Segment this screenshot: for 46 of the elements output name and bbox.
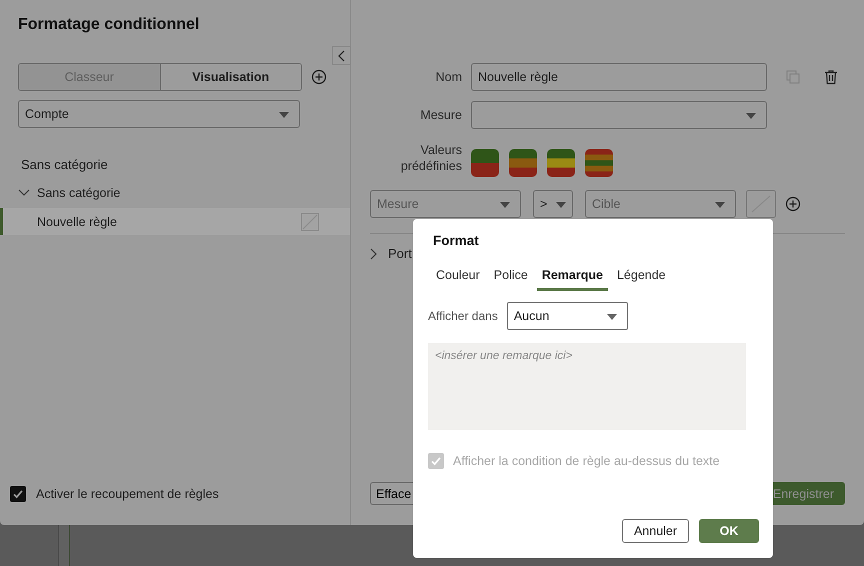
checkbox[interactable] <box>10 486 26 502</box>
cancel-button[interactable]: Annuler <box>622 519 689 543</box>
tab[interactable]: Police <box>488 264 533 291</box>
field-label: Afficher dans <box>428 309 498 323</box>
preset-swatch[interactable] <box>509 149 537 177</box>
add-icon[interactable] <box>311 69 327 85</box>
ok-button[interactable]: OK <box>699 519 759 543</box>
collapse-button[interactable] <box>332 46 351 65</box>
section-header[interactable]: Port <box>388 246 412 261</box>
preset-swatch[interactable] <box>471 149 499 177</box>
operator-dropdown[interactable]: > <box>533 190 573 218</box>
measure-dropdown[interactable]: Compte <box>18 100 300 128</box>
preset-swatch[interactable] <box>547 149 575 177</box>
caret-icon <box>606 314 617 320</box>
measure-dropdown[interactable] <box>471 101 767 129</box>
dialog-title: Formatage conditionnel <box>18 16 200 35</box>
checkbox-label: Afficher la condition de règle au-dessus du texte <box>453 454 720 468</box>
tab[interactable]: Remarque <box>536 264 608 291</box>
checkbox-label: Activer le recoupement de règles <box>36 487 219 501</box>
preset-swatch[interactable] <box>585 149 613 177</box>
tab[interactable]: Couleur <box>431 264 485 291</box>
chevron-icon[interactable] <box>370 248 378 260</box>
display-dropdown[interactable]: Aucun <box>506 302 628 330</box>
scope-tab[interactable]: Visualisation <box>160 64 301 90</box>
caret-icon <box>715 202 725 208</box>
field-label: Valeurs prédéfinies <box>400 142 462 174</box>
chevron-left-icon <box>338 50 346 62</box>
tab[interactable]: Légende <box>612 264 671 291</box>
popover-title: Format <box>433 233 480 248</box>
caret-icon <box>279 112 289 118</box>
clear-button[interactable]: Efface <box>370 482 413 505</box>
caret-icon <box>556 202 566 208</box>
rule-list-item[interactable]: Nouvelle règle <box>0 208 350 235</box>
field-label: Mesure <box>419 108 462 122</box>
add-icon[interactable] <box>785 196 801 212</box>
no-color-icon <box>301 212 319 230</box>
field-label: Nom <box>434 70 462 84</box>
note-field[interactable]: <insérer une remarque ici> <box>428 343 746 430</box>
caret-icon <box>746 113 756 119</box>
name-field[interactable]: Nouvelle règle <box>471 63 767 91</box>
trash-icon[interactable] <box>823 69 839 85</box>
color-picker-button[interactable] <box>746 190 776 218</box>
category-heading: Sans catégorie <box>21 157 109 172</box>
tree-item[interactable]: Sans catégorie <box>37 186 120 200</box>
chevron-icon[interactable] <box>18 189 30 197</box>
caret-icon <box>500 202 510 208</box>
